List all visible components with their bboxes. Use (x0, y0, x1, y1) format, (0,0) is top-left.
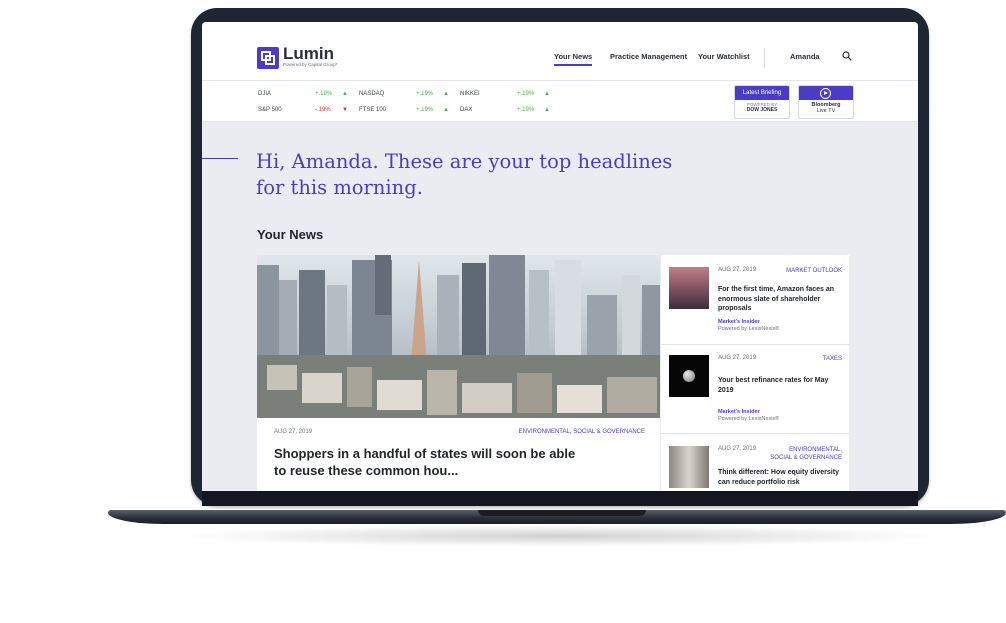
down-arrow-icon: ▼ (342, 107, 348, 113)
city-skyline-image (257, 255, 660, 418)
featured-headline[interactable]: Shoppers in a handful of states will soo… (274, 445, 584, 479)
briefing-label: Latest Briefing (735, 86, 789, 100)
up-arrow-icon: ▲ (544, 91, 550, 97)
article-category-line: ENVIRONMENTAL, (789, 447, 842, 453)
article-source[interactable]: Market's Insider (718, 319, 760, 325)
laptop-bezel (202, 491, 918, 506)
ticker-name[interactable]: DAX (460, 107, 472, 113)
side-article-list: AUG 27, 2019 MARKET OUTLOOK For the firs… (661, 255, 849, 491)
up-arrow-icon: ▲ (544, 107, 550, 113)
up-arrow-icon: ▲ (342, 91, 348, 97)
ticker-change: +.19% (517, 107, 535, 113)
brand-tagline: Powered by Capital Group* (283, 62, 338, 67)
greeting-accent-line (202, 158, 238, 159)
nav-user-name[interactable]: Amanda (790, 52, 820, 61)
article-source[interactable]: Market's Insider (718, 409, 760, 415)
article-headline[interactable]: For the first time, Amazon faces an enor… (718, 285, 843, 314)
ticker-change: +.19% (517, 91, 535, 97)
bloomberg-live-tv-button[interactable]: Bloomberg Live TV (798, 85, 854, 119)
list-item[interactable]: AUG 27, 2019 TAXES Your best refinance r… (661, 345, 849, 434)
featured-article-image[interactable] (257, 255, 660, 418)
lumin-logo-icon[interactable] (257, 47, 279, 69)
article-category[interactable]: TAXES (823, 355, 842, 363)
ticker-change: +.19% (416, 107, 434, 113)
featured-category[interactable]: ENVIRONMENTAL, SOCIAL & GOVERNANCE (519, 429, 645, 435)
article-headline[interactable]: Your best refinance rates for May 2019 (718, 376, 843, 395)
article-powered-by: Powered by LexisNexis® (718, 326, 780, 332)
nav-practice-management[interactable]: Practice Management (610, 52, 687, 61)
moon-icon (683, 370, 695, 382)
article-category[interactable]: MARKET OUTLOOK (786, 267, 842, 275)
article-category-line: SOCIAL & GOVERNANCE (770, 455, 842, 461)
article-thumbnail[interactable] (669, 446, 709, 488)
article-date: AUG 27, 2019 (718, 355, 757, 361)
article-thumbnail[interactable] (669, 267, 709, 309)
bloomberg-header (799, 86, 853, 100)
latest-briefing-button[interactable]: Latest Briefing POWERED BY DOW JONES (734, 85, 790, 119)
featured-date: AUG 27, 2019 (274, 429, 313, 435)
top-navigation: Lumin Powered by Capital Group* Your New… (202, 22, 918, 81)
article-date: AUG 27, 2019 (718, 267, 757, 273)
ticker-name[interactable]: FTSE 100 (359, 107, 386, 113)
laptop-screen: Lumin Powered by Capital Group* Your New… (202, 22, 918, 491)
nav-your-news[interactable]: Your News (554, 52, 593, 66)
list-item[interactable]: AUG 27, 2019 MARKET OUTLOOK For the firs… (661, 255, 849, 345)
ticker-change: -.19% (315, 107, 331, 113)
featured-article-card[interactable]: AUG 27, 2019 ENVIRONMENTAL, SOCIAL & GOV… (257, 255, 660, 491)
nav-your-watchlist[interactable]: Your Watchlist (698, 52, 750, 61)
nav-divider (764, 48, 765, 68)
section-title: Your News (257, 227, 324, 242)
article-category[interactable]: ENVIRONMENTAL, SOCIAL & GOVERNANCE (770, 446, 842, 462)
article-date: AUG 27, 2019 (718, 446, 757, 452)
article-powered-by: Powered by LexisNexis® (718, 416, 780, 422)
ticker-change: +.19% (416, 91, 434, 97)
article-thumbnail[interactable] (669, 355, 709, 397)
search-icon[interactable] (842, 51, 852, 61)
ticker-name[interactable]: S&P 500 (258, 107, 282, 113)
article-headline[interactable]: Think different: How equity diversity ca… (718, 468, 843, 487)
ticker-name[interactable]: NIKKEI (460, 91, 480, 97)
ticker-change: +.19% (315, 91, 333, 97)
up-arrow-icon: ▲ (443, 91, 449, 97)
greeting-headline: Hi, Amanda. These are your top headlines… (256, 150, 673, 199)
laptop-notch (478, 510, 646, 516)
ticker-name[interactable]: NASDAQ (359, 91, 384, 97)
laptop-shadow (170, 525, 950, 547)
bloomberg-sub: Live TV (816, 108, 836, 114)
up-arrow-icon: ▲ (443, 107, 449, 113)
briefing-provider: DOW JONES (746, 107, 778, 113)
play-icon (820, 88, 831, 99)
brand-name[interactable]: Lumin (283, 44, 334, 64)
ticker-name[interactable]: DJIA (258, 91, 271, 97)
list-item[interactable]: AUG 27, 2019 ENVIRONMENTAL, SOCIAL & GOV… (661, 434, 849, 491)
